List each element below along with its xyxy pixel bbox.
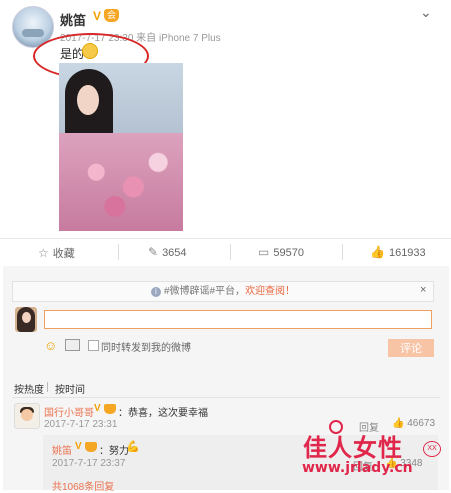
rumor-notice-bar: i #微博辟谣#平台，欢迎查阅！ xyxy=(12,281,434,302)
chevron-down-icon[interactable]: ⌄ xyxy=(420,4,432,21)
info-icon: i xyxy=(150,287,161,297)
notice-link[interactable]: 欢迎查阅！ xyxy=(245,286,295,297)
current-user-avatar xyxy=(15,307,37,332)
flex-arm-emoji-icon: 💪 xyxy=(126,441,140,453)
divider xyxy=(342,244,343,260)
sort-by-time-tab[interactable]: 按时间 xyxy=(55,381,85,396)
repost-count: 3654 xyxy=(162,247,187,259)
comment-text: ：恭喜，这次要幸福 xyxy=(118,408,208,419)
repost-button[interactable]: ✎ 3654 xyxy=(148,245,187,259)
watermark-badge: XX xyxy=(423,441,441,457)
comment-like-count: 46673 xyxy=(407,418,436,429)
star-icon: ☆ xyxy=(38,246,49,260)
divider xyxy=(0,238,451,239)
verified-badge: V xyxy=(93,9,102,23)
notice-text: #微博辟谣#平台， xyxy=(163,286,246,297)
divider xyxy=(230,244,231,260)
comment-button[interactable]: ▭ 59570 xyxy=(258,245,304,259)
reply-author-name[interactable]: 姚笛 xyxy=(52,442,72,457)
reply-time: 2017-7-17 23:37 xyxy=(52,458,126,469)
like-button[interactable]: 👍 161933 xyxy=(370,245,426,259)
favorite-label: 收藏 xyxy=(52,248,75,260)
member-crown-icon xyxy=(85,442,97,452)
verified-badge: V xyxy=(94,403,101,414)
comment-input[interactable] xyxy=(44,310,432,329)
more-replies-link[interactable]: 共1068条回复 xyxy=(52,478,114,493)
sort-by-hot-tab[interactable]: 按热度 xyxy=(14,381,44,396)
thumbs-up-icon: 👍 xyxy=(370,245,385,259)
favorite-button[interactable]: ☆ 收藏 xyxy=(38,245,75,261)
comment-time: 2017-7-17 23:31 xyxy=(44,419,118,430)
reply-text: ：努力 xyxy=(99,446,129,457)
close-icon[interactable]: × xyxy=(420,284,426,296)
sync-repost-checkbox[interactable] xyxy=(88,340,99,351)
member-crown-icon: 会 xyxy=(104,9,119,22)
divider xyxy=(47,382,48,392)
post-username[interactable]: 姚笛 xyxy=(60,10,86,29)
sync-repost-label[interactable]: 同时转发到我的微博 xyxy=(101,339,191,354)
commenter-avatar[interactable] xyxy=(14,403,40,429)
divider xyxy=(118,244,119,260)
emoji-picker-icon[interactable]: ☺ xyxy=(44,338,57,353)
comment-count: 59570 xyxy=(273,247,304,259)
post-photo[interactable] xyxy=(59,63,183,231)
divider xyxy=(12,397,440,398)
image-upload-icon[interactable] xyxy=(65,339,80,351)
member-crown-icon xyxy=(104,404,116,414)
submit-comment-button[interactable]: 评论 xyxy=(388,339,434,357)
commenter-name[interactable]: 国行小哥哥 xyxy=(44,404,94,419)
comment-icon: ▭ xyxy=(258,245,270,259)
like-count: 161933 xyxy=(388,247,426,259)
repost-icon: ✎ xyxy=(148,245,159,259)
watermark-url: www.jrlady.cn xyxy=(302,460,413,476)
verified-badge: V xyxy=(75,441,82,452)
watermark-title: 佳人女性 xyxy=(303,434,403,462)
